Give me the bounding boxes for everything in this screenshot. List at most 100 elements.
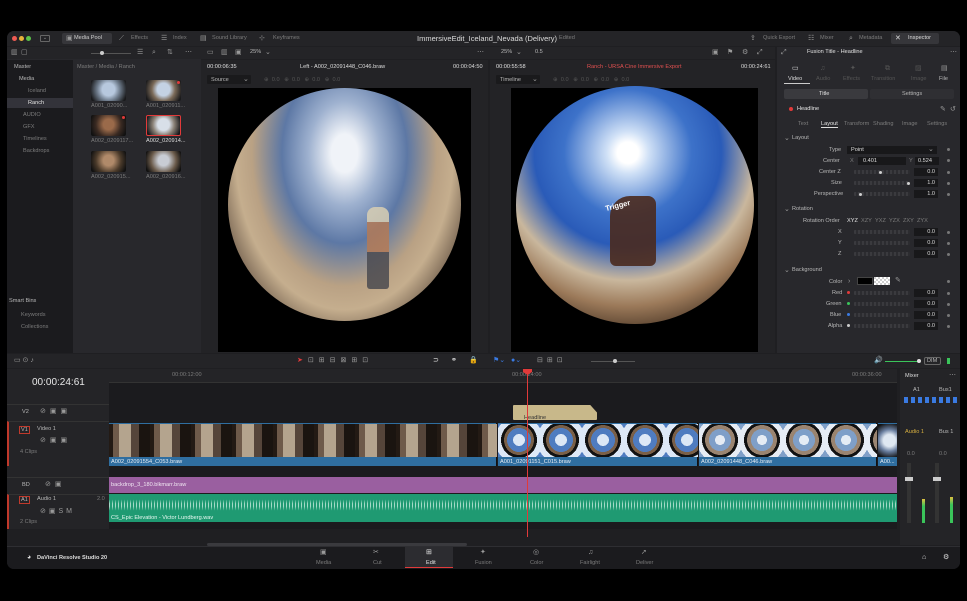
mixer-a1-fader-knob[interactable] — [905, 477, 913, 481]
close-dot[interactable] — [12, 36, 17, 41]
linked-selection-icon[interactable]: ⚭ — [451, 357, 457, 364]
pool-zoom-slider[interactable] — [91, 53, 131, 54]
pool-more-icon[interactable]: ⋯ — [185, 49, 192, 56]
layout-chevron-icon[interactable]: ⌄ — [784, 135, 790, 142]
timeline-zoom-icons[interactable]: ⊟⊞⊡ — [537, 357, 567, 364]
mixer-bus1-fader[interactable] — [935, 463, 939, 523]
green-keyframe-dot[interactable] — [947, 303, 950, 306]
red-slider[interactable] — [854, 291, 910, 295]
v1-label[interactable]: V1 — [19, 426, 30, 434]
inspector-tab-file[interactable]: File — [939, 76, 948, 82]
pool-clip-1[interactable] — [91, 80, 126, 101]
type-keyframe-dot[interactable] — [947, 148, 950, 151]
mixer-bus1-inserts[interactable] — [932, 397, 957, 403]
v1-name[interactable]: Video 1 — [37, 426, 56, 432]
rotation-x-dial[interactable] — [854, 230, 910, 234]
ruler[interactable] — [109, 369, 897, 383]
node-tab-text[interactable]: Text — [798, 121, 808, 127]
viewer-dual-icon[interactable]: ▥ — [221, 49, 228, 56]
workspace-menu-icon[interactable]: ⌄ — [40, 35, 50, 42]
inspector-tab-audio[interactable]: Audio — [816, 76, 830, 82]
page-media[interactable]: Media — [316, 560, 331, 566]
pool-zoom-knob[interactable] — [100, 51, 104, 55]
rotation-order-yzx[interactable]: YZX — [889, 218, 900, 224]
viewer-layout-icon[interactable]: ▭ — [207, 49, 214, 56]
color-keyframe-dot[interactable] — [947, 280, 950, 283]
inspector-fullscreen-icon[interactable]: ⤢ — [781, 49, 787, 56]
mixer-button[interactable]: Mixer — [820, 35, 834, 41]
settings-gear-icon[interactable]: ⚙ — [943, 554, 949, 561]
size-slider[interactable] — [854, 181, 910, 185]
centerz-slider[interactable] — [854, 170, 910, 174]
rotation-section-label[interactable]: Rotation — [792, 206, 813, 212]
page-deliver[interactable]: Deliver — [636, 560, 653, 566]
eyedropper-icon[interactable]: ✎ — [895, 277, 901, 284]
background-chevron-icon[interactable]: ⌄ — [784, 267, 790, 274]
node-tab-layout[interactable]: Layout — [821, 121, 838, 128]
node-tab-transform[interactable]: Transform — [844, 121, 869, 127]
mixer-a1-fader[interactable] — [907, 463, 911, 523]
edit-tools-icons[interactable]: ➤⊡⊞⊟⊠⊞⊡ — [297, 357, 373, 364]
zoom-dot[interactable] — [26, 36, 31, 41]
position-lock-icon[interactable]: 🔒 — [469, 357, 478, 364]
node-enable-dot[interactable] — [789, 107, 793, 111]
timeline-zoom-chevron-icon[interactable]: ⌄ — [516, 49, 522, 56]
inspector-tab-video[interactable]: Video — [788, 76, 802, 82]
alpha-slider[interactable] — [854, 324, 910, 328]
timeline-playhead[interactable] — [527, 369, 528, 537]
pool-clip-5[interactable] — [91, 151, 126, 172]
bin-ranch[interactable]: Ranch — [28, 100, 44, 106]
effects-button[interactable]: Effects — [131, 35, 148, 41]
centerz-keyframe-dot[interactable] — [947, 171, 950, 174]
pool-clip-4-selected[interactable] — [146, 115, 181, 136]
source-zoom[interactable]: 25% — [250, 49, 261, 55]
mixer-bus1-fader-knob[interactable] — [933, 477, 941, 481]
bin-gfx[interactable]: GFX — [23, 124, 35, 130]
timeline-settings-icon[interactable]: ⚙ — [742, 49, 748, 56]
rotation-y-field[interactable]: 0.0 — [914, 239, 938, 247]
timeline-flag-icon[interactable]: ⚑ — [727, 49, 733, 56]
keyframes-button[interactable]: Keyframes — [273, 35, 300, 41]
bd-controls-icons[interactable]: ⊘▣ — [45, 481, 65, 488]
page-edit[interactable]: Edit — [426, 560, 436, 566]
perspective-slider-knob[interactable] — [859, 192, 862, 196]
node-tab-settings[interactable]: Settings — [927, 121, 947, 127]
rotation-order-xyz[interactable]: XYZ — [847, 218, 858, 224]
a1-name[interactable]: Audio 1 — [37, 496, 56, 502]
v1-controls-icons[interactable]: ⊘▣▣ — [40, 437, 71, 444]
backdrop-clip[interactable] — [109, 477, 897, 493]
home-icon[interactable]: ⌂ — [922, 554, 926, 561]
pool-sidebar-icon[interactable]: ▢ — [21, 49, 28, 56]
page-color[interactable]: Color — [530, 560, 543, 566]
inspector-menu-icon[interactable]: ⋯ — [950, 49, 957, 56]
volume-icon[interactable]: 🔊 — [874, 357, 883, 364]
source-options-icon[interactable]: ⋯ — [477, 49, 484, 56]
minimize-dot[interactable] — [19, 36, 24, 41]
blue-slider[interactable] — [854, 313, 910, 317]
perspective-field[interactable]: 1.0 — [914, 190, 938, 198]
v2-controls-icons[interactable]: ⊘▣▣ — [40, 408, 71, 415]
source-zoom-chevron-icon[interactable]: ⌄ — [265, 49, 271, 56]
rotation-z-keyframe-dot[interactable] — [947, 253, 950, 256]
v2-label[interactable]: V2 — [22, 409, 29, 415]
node-edit-icon[interactable]: ✎ — [940, 106, 946, 113]
rotation-y-keyframe-dot[interactable] — [947, 242, 950, 245]
bin-backdrops[interactable]: Backdrops — [23, 148, 49, 154]
master-volume-knob[interactable] — [917, 359, 921, 363]
green-field[interactable]: 0.0 — [914, 300, 938, 308]
bin-media[interactable]: Media — [19, 76, 34, 82]
metadata-button[interactable]: Metadata — [859, 35, 882, 41]
flag-icon[interactable]: ⚑⌄ — [493, 357, 505, 364]
pool-clip-2[interactable] — [146, 80, 181, 101]
center-keyframe-dot[interactable] — [947, 159, 950, 162]
background-section-label[interactable]: Background — [792, 267, 822, 273]
timeline-view-icon[interactable]: ▣ — [712, 49, 719, 56]
blue-keyframe-dot[interactable] — [947, 314, 950, 317]
inspector-tab-image[interactable]: Image — [911, 76, 927, 82]
inspector-tab-effects[interactable]: Effects — [843, 76, 860, 82]
timeline-zoom[interactable]: 25% — [501, 49, 512, 55]
rotation-z-field[interactable]: 0.0 — [914, 250, 938, 258]
red-keyframe-dot[interactable] — [947, 292, 950, 295]
timeline-timecode[interactable]: 00:00:24:61 — [32, 377, 85, 388]
timeline-toolbar-layout-icon[interactable]: ▭ ⊙ ♪ — [14, 357, 34, 364]
